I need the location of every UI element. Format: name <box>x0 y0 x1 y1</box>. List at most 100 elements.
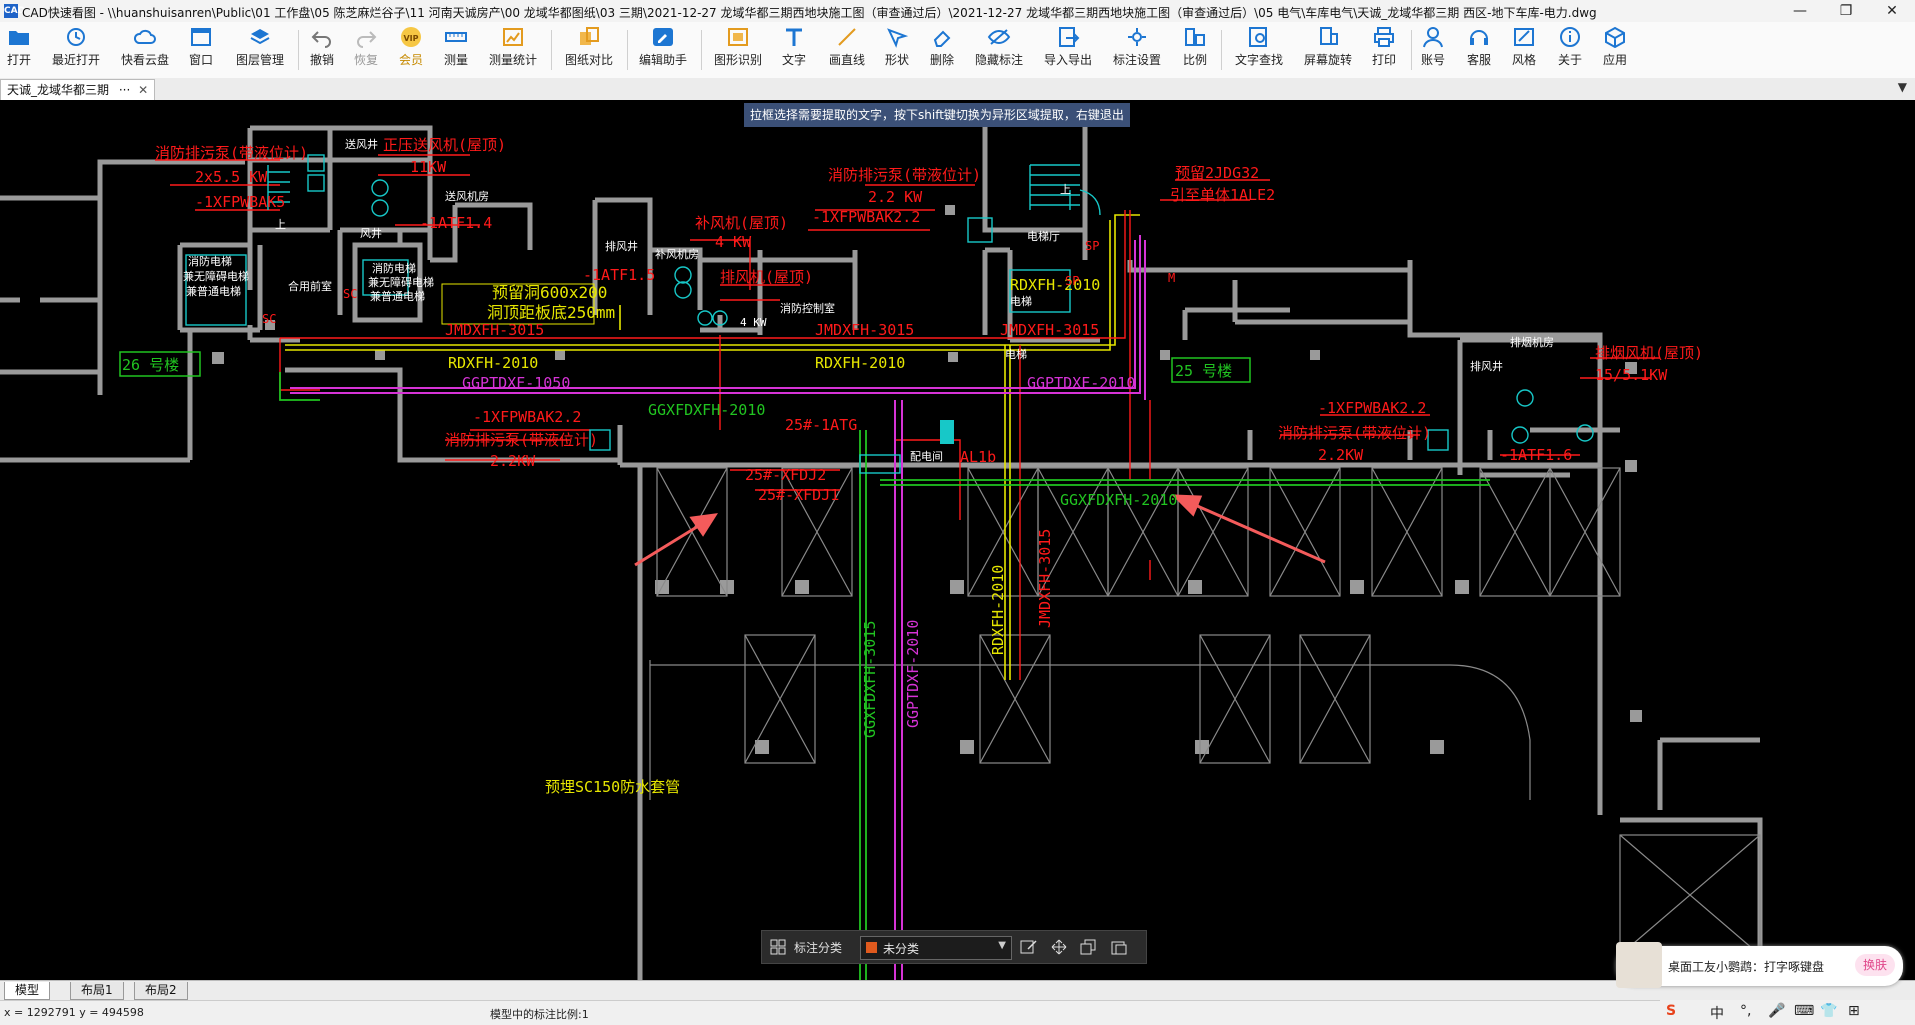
tab-more-icon[interactable]: ··· <box>119 83 130 97</box>
toolbar-compare-button[interactable]: 图纸对比 <box>561 26 617 76</box>
toolbar-label: 恢复 <box>353 53 378 67</box>
cad-label: 排烟风机(屋顶) <box>1595 344 1703 362</box>
cad-label: 上 <box>275 218 286 231</box>
toolbar-about-button[interactable]: 关于 <box>1555 26 1585 76</box>
line-icon <box>838 28 856 46</box>
toolbar-open-button[interactable]: 打开 <box>4 26 34 76</box>
toolbar-redo-button[interactable]: 恢复 <box>351 26 381 76</box>
grid-icon[interactable] <box>770 939 786 955</box>
annotation-toolbar: 标注分类 未分类 ▼ <box>761 930 1147 964</box>
vip-icon: VIP <box>401 27 421 47</box>
toolbar-support-button[interactable]: 客服 <box>1464 26 1494 76</box>
toolbar-vip-button[interactable]: VIP 会员 <box>396 26 426 76</box>
chevron-down-icon: ▼ <box>998 940 1006 951</box>
toolbar-annotation-settings-button[interactable]: 标注设置 <box>1109 26 1165 76</box>
minimize-button[interactable]: — <box>1777 0 1823 22</box>
notification-popup[interactable]: 桌面工友小鹦鹉：打字啄键盘 换肤 <box>1616 942 1903 988</box>
cad-label: 2x5.5 KW <box>195 168 268 186</box>
ime-punctuation-icon[interactable]: °, <box>1740 1003 1751 1019</box>
cad-label: SP <box>1085 239 1099 253</box>
cad-label: -1ATF1.6 <box>1500 446 1572 464</box>
distribution-box-icon <box>940 420 954 444</box>
tab-list-dropdown-icon[interactable]: ▼ <box>1898 80 1907 94</box>
text-icon <box>786 28 802 46</box>
copy-icon[interactable] <box>1080 939 1098 955</box>
toolbar-text-search-button[interactable]: 文字查找 <box>1231 26 1287 76</box>
toolbar-apps-button[interactable]: 应用 <box>1600 26 1630 76</box>
toolbar-label: 测量 <box>443 53 468 67</box>
toolbar-hide-annotation-button[interactable]: 隐藏标注 <box>971 26 1027 76</box>
tab-layout1[interactable]: 布局1 <box>70 982 124 1000</box>
keyboard-icon[interactable]: ⌨ <box>1794 1003 1814 1019</box>
ime-language-toggle[interactable]: 中 <box>1710 1003 1724 1023</box>
toolbar-label: 账号 <box>1420 53 1445 67</box>
toolbar-measure-button[interactable]: 测量 <box>441 26 471 76</box>
toolbar-layers-button[interactable]: 图层管理 <box>232 26 288 76</box>
move-icon[interactable] <box>1050 939 1068 955</box>
cad-label: -1ATF1.5 <box>583 266 655 284</box>
rotate-screen-icon <box>1320 27 1338 45</box>
cad-label: SC <box>343 287 357 301</box>
ime-logo-icon[interactable]: S <box>1666 1003 1676 1019</box>
toolbar-label: 比例 <box>1182 53 1207 67</box>
toolbar-cloud-button[interactable]: 快看云盘 <box>117 26 173 76</box>
toolbar-window-button[interactable]: 窗口 <box>186 26 216 76</box>
cad-drawing: 消防排污泵(带液位计) 2x5.5 KW -1XFPWBAK5 正压送风机(屋顶… <box>0 120 1763 980</box>
cad-label: 电梯 <box>1005 348 1027 361</box>
maximize-button[interactable]: ❐ <box>1823 0 1869 22</box>
toolbar-edit-assistant-button[interactable]: 编辑助手 <box>635 26 691 76</box>
eraser-icon <box>933 30 951 47</box>
cad-label: 排风机(屋顶) <box>720 268 813 286</box>
toolbar-print-button[interactable]: 打印 <box>1369 26 1399 76</box>
toolbar-scale-button[interactable]: 比例 <box>1180 26 1210 76</box>
toolbar-label: 窗口 <box>188 53 213 67</box>
tab-model[interactable]: 模型 <box>4 982 51 1000</box>
toolbar-label: 会员 <box>398 53 423 67</box>
toolbar-line-button[interactable]: 画直线 <box>826 26 868 76</box>
toolbar-shape-button[interactable]: 形状 <box>882 26 912 76</box>
toolbar-measure-stats-button[interactable]: 测量统计 <box>485 26 541 76</box>
notification-text: 桌面工友小鹦鹉：打字啄键盘 <box>1668 960 1825 974</box>
toolbar-undo-button[interactable]: 撤销 <box>307 26 337 76</box>
toolbar-recent-button[interactable]: 最近打开 <box>48 26 104 76</box>
cad-label: 配电间 <box>910 450 943 463</box>
toolbar-style-button[interactable]: 风格 <box>1509 26 1539 76</box>
cad-label: 4 KW <box>715 233 752 251</box>
ime-menu-icon[interactable]: ⊞ <box>1848 1003 1860 1019</box>
cad-label: 兼普通电梯 <box>370 289 425 303</box>
hide-annotation-icon <box>987 29 1011 45</box>
toolbar-import-export-button[interactable]: 导入导出 <box>1040 26 1096 76</box>
tab-layout2[interactable]: 布局2 <box>134 982 188 1000</box>
toolbar-delete-button[interactable]: 删除 <box>927 26 957 76</box>
toolbar-label: 最近打开 <box>51 53 100 67</box>
cad-label: 25 号楼 <box>1175 362 1232 380</box>
tab-drawing[interactable]: 天诚_龙域华都三期 ··· ✕ <box>0 79 156 100</box>
microphone-icon[interactable]: 🎤 <box>1768 1003 1785 1019</box>
skin-icon[interactable]: 👕 <box>1820 1003 1837 1019</box>
close-tab-icon[interactable]: ✕ <box>138 83 148 97</box>
toolbar-account-button[interactable]: 账号 <box>1418 26 1448 76</box>
close-window-button[interactable]: ✕ <box>1869 0 1915 22</box>
cad-label: 2.2KW <box>490 452 536 470</box>
toolbar-label: 编辑助手 <box>638 53 687 67</box>
toolbar-label: 客服 <box>1466 53 1491 67</box>
cad-label: 26 号楼 <box>122 356 179 374</box>
cad-label: 2.2KW <box>1318 446 1364 464</box>
paste-icon[interactable] <box>1110 939 1128 955</box>
account-icon <box>1423 27 1443 48</box>
toolbar-rotate-screen-button[interactable]: 屏幕旋转 <box>1300 26 1356 76</box>
edit-icon[interactable] <box>1020 939 1038 955</box>
cad-label: 消防排污泵(带液位计) <box>1278 424 1431 442</box>
callout-arrows <box>634 494 1326 567</box>
cad-drawing-canvas[interactable]: 消防排污泵(带液位计) 2x5.5 KW -1XFPWBAK5 正压送风机(屋顶… <box>0 100 1915 980</box>
toolbar-text-button[interactable]: 文字 <box>779 26 809 76</box>
change-skin-button[interactable]: 换肤 <box>1855 954 1895 976</box>
toolbar-label: 快看云盘 <box>120 53 169 67</box>
toolbar-label: 关于 <box>1557 53 1582 67</box>
annotation-category-select[interactable]: 未分类 ▼ <box>860 936 1012 960</box>
toolbar-label: 删除 <box>929 53 954 67</box>
toolbar-shape-recognize-button[interactable]: 图形识别 <box>710 26 766 76</box>
print-icon <box>1374 27 1394 47</box>
style-icon <box>1514 28 1534 46</box>
vip-badge-text: VIP <box>403 34 418 43</box>
